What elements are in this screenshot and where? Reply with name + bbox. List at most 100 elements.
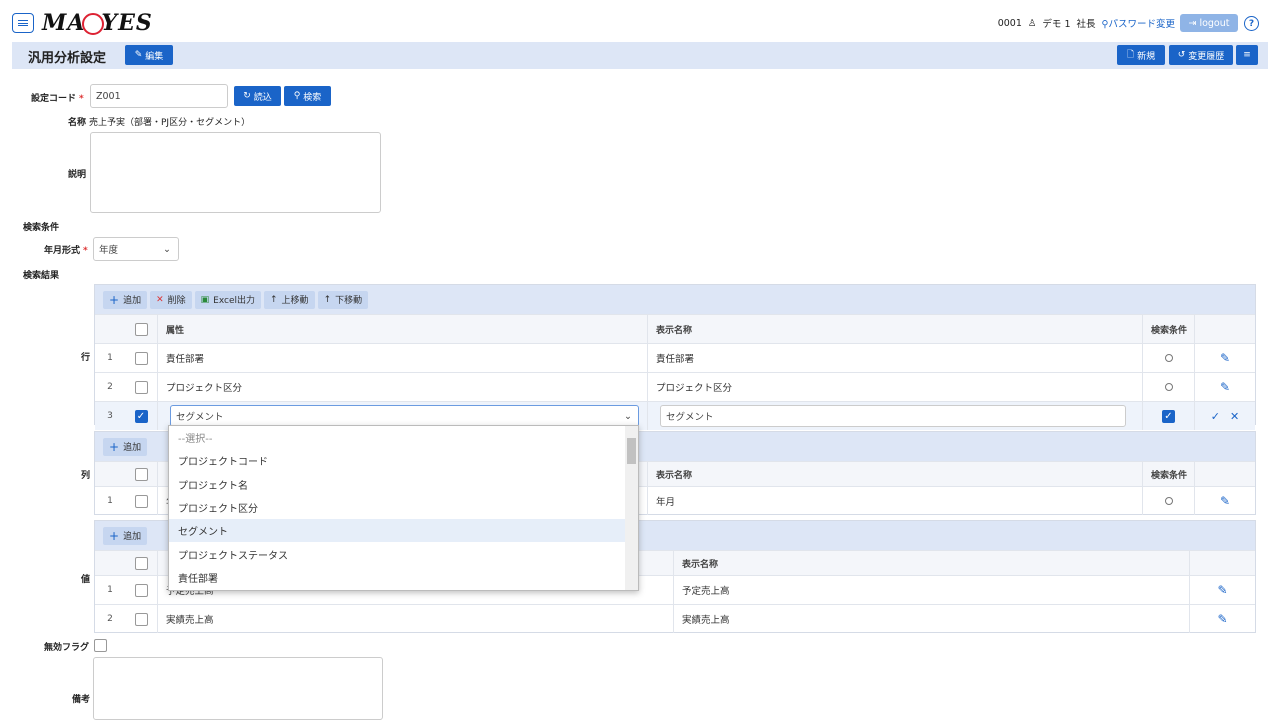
add-column-button[interactable]: + 追加	[103, 437, 148, 456]
new-button[interactable]: 🗋 新規	[1117, 45, 1165, 65]
name-label: 名称	[68, 118, 87, 128]
condition-radio[interactable]	[1164, 354, 1173, 362]
header-display-name: 表示名称	[647, 315, 1142, 343]
plus-icon: +	[109, 292, 120, 307]
table-row[interactable]: 1 責任部署 責任部署 ✎	[95, 343, 1255, 372]
move-up-button[interactable]: ↑ 上移動	[264, 290, 315, 309]
description-label: 説明	[68, 170, 87, 180]
edit-pencil-icon[interactable]: ✎	[1220, 494, 1230, 508]
page-title: 汎用分析設定	[28, 51, 107, 66]
attribute-cell: 責任部署	[157, 344, 647, 372]
row-label: 行	[81, 353, 91, 363]
top-bar: MA YES 0001 ♙ デモ 1 社長 ⚲パスワード変更 ⇥ logout ?	[0, 0, 1280, 42]
header-attribute: 属性	[157, 315, 647, 343]
table-row[interactable]: 2 実績売上高 実績売上高 ✎	[95, 604, 1255, 633]
display-name-cell: 責任部署	[647, 344, 1142, 372]
table-row[interactable]: 2 プロジェクト区分 プロジェクト区分 ✎	[95, 372, 1255, 401]
logout-label: logout	[1199, 17, 1230, 29]
password-change-link[interactable]: ⚲パスワード変更	[1102, 16, 1175, 30]
add-value-button[interactable]: + 追加	[103, 526, 148, 545]
edit-pencil-icon[interactable]: ✎	[1220, 351, 1230, 365]
edit-pencil-icon[interactable]: ✎	[1220, 380, 1230, 394]
user-code: 0001	[997, 17, 1022, 29]
memo-label: 備考	[72, 695, 91, 705]
pencil-icon: ✎	[134, 50, 143, 60]
logout-button[interactable]: ⇥ logout	[1180, 14, 1238, 32]
document-icon: 🗋	[1126, 50, 1135, 60]
search-label: 検索	[303, 92, 322, 103]
arrow-up-icon: ↑	[323, 294, 332, 305]
reload-icon: ↻	[243, 91, 251, 101]
row-checkbox[interactable]	[134, 583, 148, 597]
memo-textarea[interactable]	[93, 657, 383, 720]
description-textarea[interactable]	[90, 132, 381, 213]
more-menu-button[interactable]: ≡	[1236, 45, 1258, 65]
edit-label: 編集	[145, 51, 164, 62]
load-button[interactable]: ↻ 読込	[234, 86, 281, 106]
name-value: 売上予実（部署・PJ区分・セグメント）	[89, 118, 251, 128]
row-checkbox-checked[interactable]: ✓	[134, 409, 148, 423]
user-icon: ♙	[1027, 17, 1037, 29]
dropdown-option[interactable]: プロジェクト区分	[169, 496, 638, 519]
help-icon[interactable]: ?	[1244, 16, 1259, 31]
password-change-label: パスワード変更	[1108, 19, 1175, 30]
search-condition-section: 検索条件	[23, 223, 60, 233]
edit-pencil-icon[interactable]: ✎	[1217, 583, 1227, 597]
close-icon: ✕	[156, 294, 164, 305]
search-result-section: 検索結果	[23, 271, 60, 281]
condition-radio[interactable]	[1164, 497, 1173, 505]
history-button[interactable]: ↺ 変更履歴	[1169, 45, 1233, 65]
dropdown-option[interactable]: プロジェクトコード	[169, 449, 638, 472]
dropdown-option[interactable]: プロジェクトステータス	[169, 542, 638, 565]
confirm-icon[interactable]: ✓	[1211, 410, 1220, 423]
excel-export-button[interactable]: ▣ Excel出力	[194, 290, 261, 309]
year-month-select[interactable]: 年度 ⌄	[93, 237, 179, 261]
app-logo: MA YES	[42, 10, 153, 36]
display-name-input[interactable]: セグメント	[660, 405, 1126, 427]
row-checkbox[interactable]	[134, 612, 148, 626]
dropdown-option[interactable]: プロジェクト名	[169, 473, 638, 496]
row-checkbox[interactable]	[134, 494, 148, 508]
history-label: 変更履歴	[1188, 51, 1225, 62]
condition-radio[interactable]	[1164, 383, 1173, 391]
code-input[interactable]: Z001	[90, 84, 228, 108]
search-icon: ⚲	[293, 91, 301, 101]
title-bar: 汎用分析設定 ✎ 編集 🗋 新規 ↺ 変更履歴 ≡	[12, 42, 1268, 69]
edit-button[interactable]: ✎ 編集	[125, 45, 173, 65]
select-all-checkbox[interactable]	[134, 322, 148, 336]
menu-icon: ≡	[1243, 50, 1251, 60]
dropdown-option[interactable]: 責任部署	[169, 566, 638, 589]
row-checkbox[interactable]	[134, 351, 148, 365]
row-checkbox[interactable]	[134, 380, 148, 394]
delete-row-button[interactable]: ✕ 削除	[150, 290, 192, 309]
move-down-button[interactable]: ↑ 下移動	[317, 290, 369, 309]
condition-checkbox[interactable]: ✓	[1162, 409, 1175, 423]
attribute-dropdown-list: --選択-- プロジェクトコード プロジェクト名 プロジェクト区分 セグメント …	[168, 425, 639, 591]
plus-icon: +	[109, 439, 120, 454]
year-month-label: 年月形式 *	[44, 246, 88, 256]
dropdown-option-selected[interactable]: セグメント	[169, 519, 638, 543]
value-label: 値	[81, 575, 91, 585]
dropdown-option[interactable]: --選択--	[169, 426, 638, 449]
attribute-select[interactable]: セグメント ⌄	[170, 405, 639, 427]
chevron-down-icon: ⌄	[624, 410, 632, 422]
year-month-value: 年度	[99, 245, 119, 256]
cancel-icon[interactable]: ✕	[1230, 410, 1239, 423]
hamburger-icon	[18, 20, 28, 26]
edit-pencil-icon[interactable]: ✎	[1217, 612, 1227, 626]
arrow-up-icon: ↑	[270, 294, 278, 305]
search-button[interactable]: ⚲ 検索	[284, 86, 331, 106]
chevron-down-icon: ⌄	[163, 243, 171, 255]
add-row-button[interactable]: + 追加	[103, 290, 148, 309]
history-icon: ↺	[1177, 50, 1186, 60]
load-label: 読込	[253, 92, 272, 103]
row-grid-toolbar: + 追加 ✕ 削除 ▣ Excel出力 ↑ 上移動 ↑ 下移動	[95, 285, 1255, 314]
invalid-flag-checkbox[interactable]	[94, 639, 107, 652]
code-label: 設定コード *	[31, 94, 84, 104]
user-name: デモ 1	[1042, 19, 1071, 30]
row-grid: + 追加 ✕ 削除 ▣ Excel出力 ↑ 上移動 ↑ 下移動 属性 表示名称 検索条件 …	[94, 284, 1256, 430]
plus-icon: +	[109, 528, 120, 543]
dropdown-scrollbar[interactable]	[625, 426, 638, 590]
hamburger-menu-button[interactable]	[12, 13, 34, 33]
attribute-cell: プロジェクト区分	[157, 373, 647, 401]
